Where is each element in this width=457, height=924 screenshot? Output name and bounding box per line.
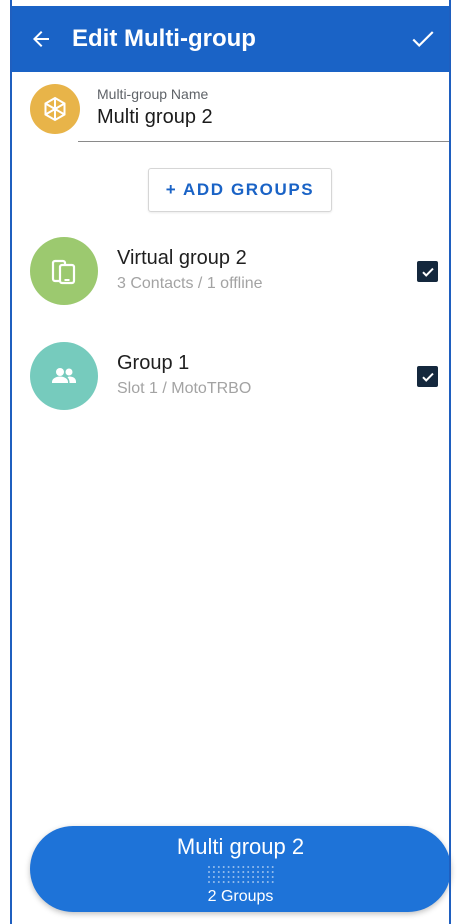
group-subtitle: Slot 1 / MotoTRBO [117, 380, 252, 397]
multigroup-name-input[interactable]: Multi group 2 [97, 106, 213, 129]
group-avatar [30, 237, 98, 305]
frame-right-edge [449, 0, 451, 924]
arrow-left-icon [33, 31, 49, 47]
group-subtitle: 3 Contacts / 1 offline [117, 275, 263, 292]
add-groups-button[interactable]: + ADD GROUPS [148, 168, 332, 212]
group-checkbox[interactable] [417, 366, 438, 387]
group-name: Group 1 [117, 352, 190, 374]
multigroup-name-row: Multi-group Name Multi group 2 [30, 80, 451, 144]
network-icon [44, 96, 66, 122]
frame-left-edge [10, 0, 12, 924]
confirm-button[interactable] [395, 6, 451, 72]
check-icon [412, 31, 434, 48]
summary-group-count: 2 Groups [207, 888, 274, 905]
drag-handle-icon[interactable] [206, 864, 276, 891]
page-title: Edit Multi-group [72, 25, 256, 52]
group-checkbox[interactable] [417, 261, 438, 282]
list-item[interactable]: Virtual group 2 3 Contacts / 1 offline [30, 237, 451, 309]
summary-title: Multi group 2 [176, 834, 305, 859]
multigroup-summary-bar[interactable]: Multi group 2 2 Groups [30, 826, 451, 912]
checkmark-icon [421, 372, 434, 382]
multigroup-avatar [30, 84, 80, 134]
multigroup-name-field[interactable]: Multi-group Name Multi group 2 [78, 80, 451, 142]
devices-icon [51, 259, 76, 285]
group-name: Virtual group 2 [117, 247, 247, 269]
list-item[interactable]: Group 1 Slot 1 / MotoTRBO [30, 342, 451, 414]
people-icon [52, 368, 76, 383]
checkmark-icon [421, 267, 434, 277]
app-bar: Edit Multi-group [10, 6, 451, 72]
group-avatar [30, 342, 98, 410]
back-button[interactable] [10, 6, 72, 72]
multigroup-name-label: Multi-group Name [97, 86, 209, 102]
